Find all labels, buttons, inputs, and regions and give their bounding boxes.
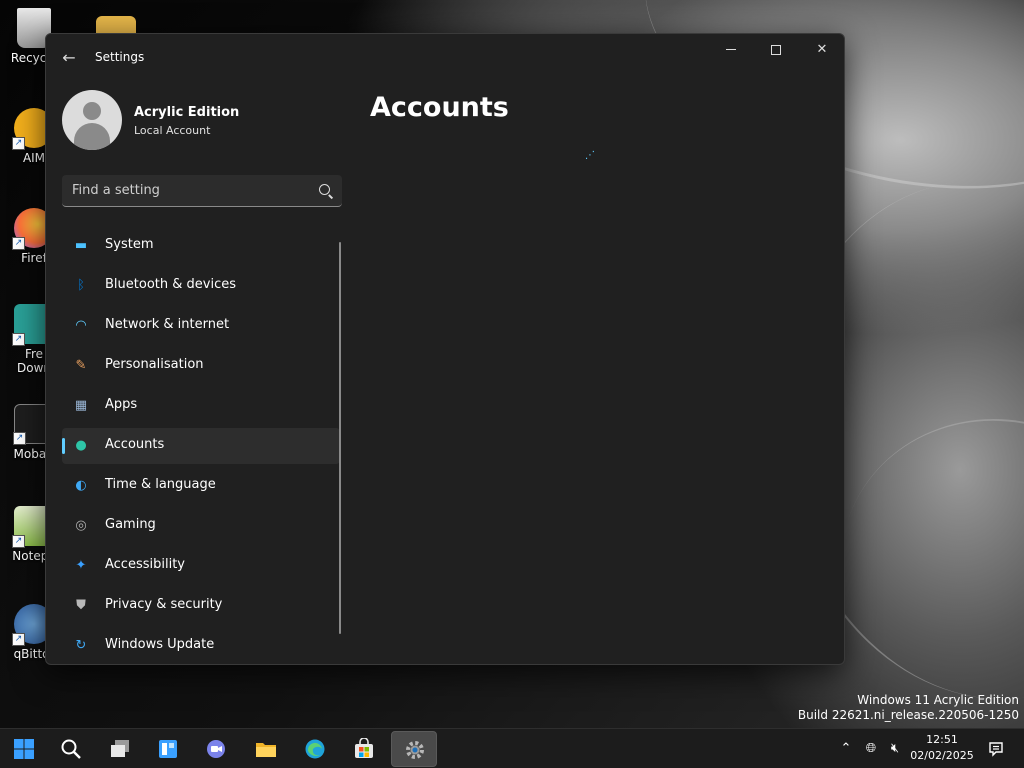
close-button[interactable]: ✕ <box>799 34 844 66</box>
shortcut-arrow-icon: ↗ <box>12 237 25 250</box>
task-view-button[interactable] <box>100 731 140 767</box>
shortcut-arrow-icon: ↗ <box>12 333 25 346</box>
tray-volume-button[interactable]: 🔇︎ <box>884 729 906 768</box>
globe-icon: 🌐︎ <box>865 741 877 756</box>
brush-icon: ✎ <box>75 358 87 373</box>
notification-icon <box>989 741 1003 757</box>
tray-network-button[interactable]: 🌐︎ <box>860 729 882 768</box>
sidebar-item-label: Privacy & security <box>105 597 223 612</box>
maximize-button[interactable] <box>753 34 799 66</box>
sidebar-item-gaming[interactable]: ◎ Gaming <box>62 508 340 544</box>
close-icon: ✕ <box>816 42 828 57</box>
sidebar-item-accessibility[interactable]: ✦ Accessibility <box>62 548 340 584</box>
sidebar-item-windows-update[interactable]: ↻ Windows Update <box>62 628 340 664</box>
wifi-icon: ◠ <box>75 318 87 333</box>
gear-icon <box>406 741 424 759</box>
tray-overflow-button[interactable]: ⌃ <box>836 729 856 768</box>
sidebar-item-label: Accessibility <box>105 557 185 572</box>
minimize-icon <box>726 49 736 50</box>
sidebar-item-label: System <box>105 237 154 252</box>
sidebar-item-bluetooth-devices[interactable]: ᛒ Bluetooth & devices <box>62 268 340 304</box>
settings-window: ← Settings ✕ Acrylic Edition Local Accou… <box>45 33 845 665</box>
chat-icon <box>207 740 225 758</box>
taskbar: ⌃ 🌐︎ 🔇︎ 12:51 02/02/2025 <box>0 728 1024 768</box>
bluetooth-icon: ᛒ <box>77 278 85 293</box>
search-icon <box>61 739 81 759</box>
sidebar-item-label: Apps <box>105 397 138 412</box>
windows-watermark: Windows 11 Acrylic Edition Build 22621.n… <box>798 693 1019 723</box>
clock-date: 02/02/2025 <box>910 749 974 762</box>
notifications-button[interactable] <box>984 729 1008 768</box>
search-box <box>62 175 342 207</box>
file-explorer-button[interactable] <box>246 731 286 767</box>
sidebar-item-apps[interactable]: ▦ Apps <box>62 388 340 424</box>
account-profile[interactable]: Acrylic Edition Local Account <box>62 90 362 154</box>
nav-scrollbar[interactable] <box>339 242 341 634</box>
sidebar-item-label: Gaming <box>105 517 156 532</box>
sidebar-item-label: Accounts <box>105 437 165 452</box>
sidebar-item-label: Bluetooth & devices <box>105 277 236 292</box>
apps-icon: ▦ <box>74 398 88 413</box>
widgets-icon <box>159 740 177 758</box>
settings-nav: ▬ System ᛒ Bluetooth & devices ◠ Network & in… <box>62 228 340 664</box>
back-button[interactable]: ← <box>56 46 82 72</box>
sidebar-item-label: Personalisation <box>105 357 204 372</box>
system-icon: ▬ <box>74 238 88 253</box>
sidebar-item-label: Time & language <box>105 477 216 492</box>
clock-time: 12:51 <box>926 733 958 746</box>
maximize-icon <box>771 44 781 55</box>
sidebar-item-label: Windows Update <box>105 637 215 652</box>
update-icon: ↻ <box>75 638 87 653</box>
page-title: Accounts <box>370 92 509 123</box>
search-icon[interactable] <box>319 184 330 195</box>
profile-account-type: Local Account <box>134 124 211 137</box>
sidebar-item-label: Network & internet <box>105 317 230 332</box>
taskbar-clock[interactable]: 12:51 02/02/2025 <box>906 732 978 764</box>
avatar-body <box>74 123 110 150</box>
loading-spinner-icon: ⋰ <box>585 150 595 161</box>
avatar-head <box>83 102 101 120</box>
start-button[interactable] <box>4 731 44 767</box>
sidebar-item-privacy-security[interactable]: ⛊ Privacy & security <box>62 588 340 624</box>
sidebar-item-personalisation[interactable]: ✎ Personalisation <box>62 348 340 384</box>
widgets-button[interactable] <box>148 731 188 767</box>
sidebar-item-time-language[interactable]: ◐ Time & language <box>62 468 340 504</box>
accessibility-icon: ✦ <box>75 558 87 573</box>
avatar <box>62 90 122 150</box>
search-button[interactable] <box>51 731 91 767</box>
speaker-muted-icon: 🔇︎ <box>890 741 900 756</box>
watermark-line-2: Build 22621.ni_release.220506-1250 <box>797 708 1019 722</box>
minimize-button[interactable] <box>708 34 754 66</box>
chevron-up-icon: ⌃ <box>840 741 852 756</box>
windows-logo-icon <box>14 739 34 759</box>
shortcut-arrow-icon: ↗ <box>12 535 25 548</box>
shortcut-arrow-icon: ↗ <box>13 432 26 445</box>
profile-name: Acrylic Edition <box>134 105 240 120</box>
person-icon: ● <box>75 438 87 453</box>
gamepad-icon: ◎ <box>75 518 87 533</box>
back-arrow-icon: ← <box>62 48 76 67</box>
window-title: Settings <box>95 50 145 64</box>
search-input[interactable] <box>62 175 302 206</box>
task-view-icon <box>111 740 129 757</box>
sidebar-item-network-internet[interactable]: ◠ Network & internet <box>62 308 340 344</box>
sidebar-item-system[interactable]: ▬ System <box>62 228 340 264</box>
shield-icon: ⛊ <box>76 598 86 613</box>
chat-button[interactable] <box>196 731 236 767</box>
shortcut-arrow-icon: ↗ <box>12 137 25 150</box>
edge-button[interactable] <box>295 731 335 767</box>
store-icon <box>355 738 373 758</box>
edge-icon <box>305 739 325 759</box>
shortcut-arrow-icon: ↗ <box>12 633 25 646</box>
store-button[interactable] <box>344 731 384 767</box>
folder-icon <box>256 743 276 757</box>
globe-clock-icon: ◐ <box>75 478 87 493</box>
title-bar[interactable]: ← Settings ✕ <box>46 34 844 82</box>
watermark-line-1: Windows 11 Acrylic Edition <box>857 693 1019 707</box>
settings-button[interactable] <box>391 731 437 767</box>
sidebar-item-accounts[interactable]: ● Accounts <box>62 428 340 464</box>
